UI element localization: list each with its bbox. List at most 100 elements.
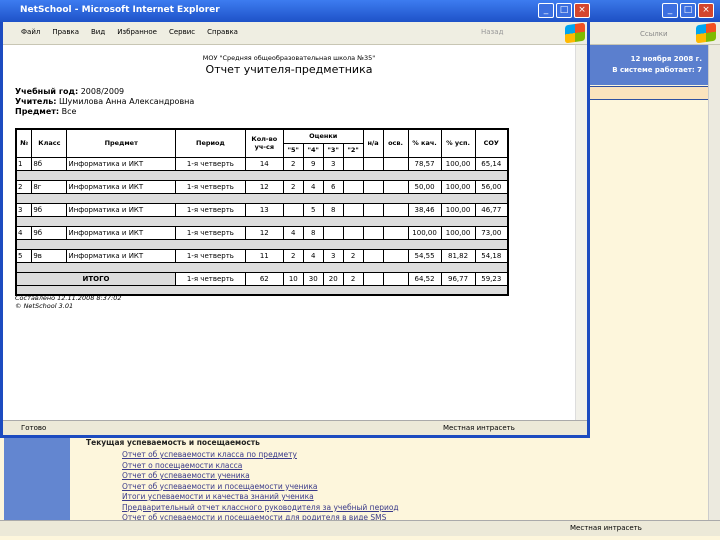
table-cell bbox=[342, 179, 364, 194]
table-cell bbox=[382, 225, 409, 240]
col-period: Период bbox=[174, 128, 246, 158]
status-bar: Готово Местная интрасеть bbox=[3, 420, 587, 435]
table-cell bbox=[382, 271, 409, 286]
table-cell: 3 bbox=[15, 202, 33, 217]
link-item[interactable]: Итоги успеваемости и качества знаний уче… bbox=[122, 492, 399, 503]
table-cell bbox=[362, 156, 384, 171]
table-cell: 100,00 bbox=[440, 202, 476, 217]
table-cell bbox=[382, 156, 409, 171]
table-cell: 8 bbox=[302, 225, 324, 240]
total-row: ИТОГО 1-я четверть 62 10 30 20 2 64,52 96,77 59,2… bbox=[15, 271, 509, 286]
scrollbar[interactable] bbox=[575, 45, 587, 420]
table-cell: 12 bbox=[244, 179, 284, 194]
spacer-row bbox=[16, 192, 508, 204]
table-cell: 4 bbox=[282, 225, 304, 240]
maximize-button[interactable]: □ bbox=[556, 3, 572, 18]
table-cell: 8б bbox=[31, 156, 68, 171]
windows-logo-icon bbox=[565, 22, 585, 44]
link-item[interactable]: Отчет об успеваемости ученика bbox=[122, 471, 399, 482]
table-cell: Информатика и ИКТ bbox=[66, 225, 176, 240]
table-cell: 65,14 bbox=[474, 156, 509, 171]
close-button[interactable]: × bbox=[698, 3, 714, 18]
table-cell: 54,55 bbox=[407, 248, 442, 263]
table-cell: 9б bbox=[31, 225, 68, 240]
table-cell: 8 bbox=[322, 202, 344, 217]
year: 2008/2009 bbox=[80, 87, 125, 96]
table-cell: 2 bbox=[342, 248, 364, 263]
table-cell bbox=[362, 202, 384, 217]
col-g3: "3" bbox=[322, 142, 344, 158]
table-cell: 2 bbox=[15, 179, 33, 194]
col-g4: "4" bbox=[302, 142, 324, 158]
menu-tools[interactable]: Сервис bbox=[169, 28, 195, 44]
col-success: % усп. bbox=[440, 128, 476, 158]
table-cell bbox=[342, 156, 364, 171]
links-button[interactable]: Ссылки bbox=[640, 30, 668, 38]
minimize-button[interactable]: _ bbox=[538, 3, 554, 18]
table-cell: 100,00 bbox=[440, 225, 476, 240]
bg-scrollbar[interactable] bbox=[708, 45, 720, 520]
bg-header: 12 ноября 2008 г. В системе работает: 7 bbox=[590, 45, 708, 85]
table-cell bbox=[382, 248, 409, 263]
table-cell: 78,57 bbox=[407, 156, 442, 171]
close-button[interactable]: × bbox=[574, 3, 590, 18]
table-cell: 50,00 bbox=[407, 179, 442, 194]
link-item[interactable]: Отчет об успеваемости и посещаемости уче… bbox=[122, 482, 399, 493]
table-cell bbox=[362, 225, 384, 240]
link-item[interactable]: Отчет о посещаемости класса bbox=[122, 461, 399, 472]
window-controls: _ □ × bbox=[538, 3, 590, 18]
col-na: н/а bbox=[362, 128, 384, 158]
table-cell: 8г bbox=[31, 179, 68, 194]
maximize-button[interactable]: □ bbox=[680, 3, 696, 18]
table-row: 5 9в Информатика и ИКТ 1-я четверть 11 2 4 3 2 54… bbox=[15, 248, 509, 263]
table-cell: 100,00 bbox=[440, 156, 476, 171]
copyright: © NetSchool 3.01 bbox=[15, 302, 74, 310]
table-cell: 100,00 bbox=[440, 179, 476, 194]
minimize-button[interactable]: _ bbox=[662, 3, 678, 18]
table-cell: 1 bbox=[15, 156, 33, 171]
table-cell bbox=[362, 179, 384, 194]
table-cell: 5 bbox=[302, 202, 324, 217]
col-class: Класс bbox=[31, 128, 68, 158]
back-button[interactable]: Назад bbox=[481, 28, 503, 36]
table-cell: 12 bbox=[244, 225, 284, 240]
table-cell: 2 bbox=[342, 271, 364, 286]
report-table: № Класс Предмет Период Кол-во уч-ся Оцен… bbox=[15, 128, 509, 296]
col-sou: СОУ bbox=[474, 128, 509, 158]
year-label: Учебный год: bbox=[15, 87, 79, 96]
menu-help[interactable]: Справка bbox=[207, 28, 238, 44]
table-cell bbox=[382, 179, 409, 194]
teacher-label: Учитель: bbox=[15, 97, 57, 106]
report-footer: Составлено 12.11.2008 8:37:02 © NetSchoo… bbox=[15, 294, 121, 310]
table-cell: 1-я четверть bbox=[174, 271, 246, 286]
table-cell: 30 bbox=[302, 271, 324, 286]
table-cell: 73,00 bbox=[474, 225, 509, 240]
table-cell: Информатика и ИКТ bbox=[66, 202, 176, 217]
table-cell: 2 bbox=[282, 156, 304, 171]
link-item[interactable]: Предварительный отчет классного руководи… bbox=[122, 503, 399, 514]
bg-left-panel bbox=[4, 438, 70, 520]
menu-file[interactable]: Файл bbox=[21, 28, 40, 44]
col-quality: % кач. bbox=[407, 128, 442, 158]
spacer-row bbox=[16, 169, 508, 181]
date: 12 ноября 2008 г. bbox=[630, 55, 702, 63]
subject: Все bbox=[61, 107, 77, 116]
created-at: Составлено 12.11.2008 8:37:02 bbox=[15, 294, 122, 302]
report-links: Текущая успеваемость и посещаемость Отче… bbox=[86, 438, 399, 524]
table-cell: 1-я четверть bbox=[174, 156, 246, 171]
table-cell: 3 bbox=[322, 156, 344, 171]
table-cell: 9 bbox=[302, 156, 324, 171]
table-cell: 64,52 bbox=[407, 271, 442, 286]
col-num: № bbox=[15, 128, 33, 158]
table-cell: 2 bbox=[282, 248, 304, 263]
table-row: 2 8г Информатика и ИКТ 1-я четверть 12 2 4 6 50,… bbox=[15, 179, 509, 194]
table-cell: 20 bbox=[322, 271, 344, 286]
table-cell: Информатика и ИКТ bbox=[66, 248, 176, 263]
table-cell: 56,00 bbox=[474, 179, 509, 194]
spacer-row bbox=[16, 261, 508, 273]
menu-view[interactable]: Вид bbox=[91, 28, 105, 44]
table-cell: ИТОГО bbox=[15, 271, 176, 286]
menu-favorites[interactable]: Избранное bbox=[117, 28, 157, 44]
link-item[interactable]: Отчет об успеваемости класса по предмету bbox=[122, 450, 399, 461]
menu-edit[interactable]: Правка bbox=[52, 28, 79, 44]
